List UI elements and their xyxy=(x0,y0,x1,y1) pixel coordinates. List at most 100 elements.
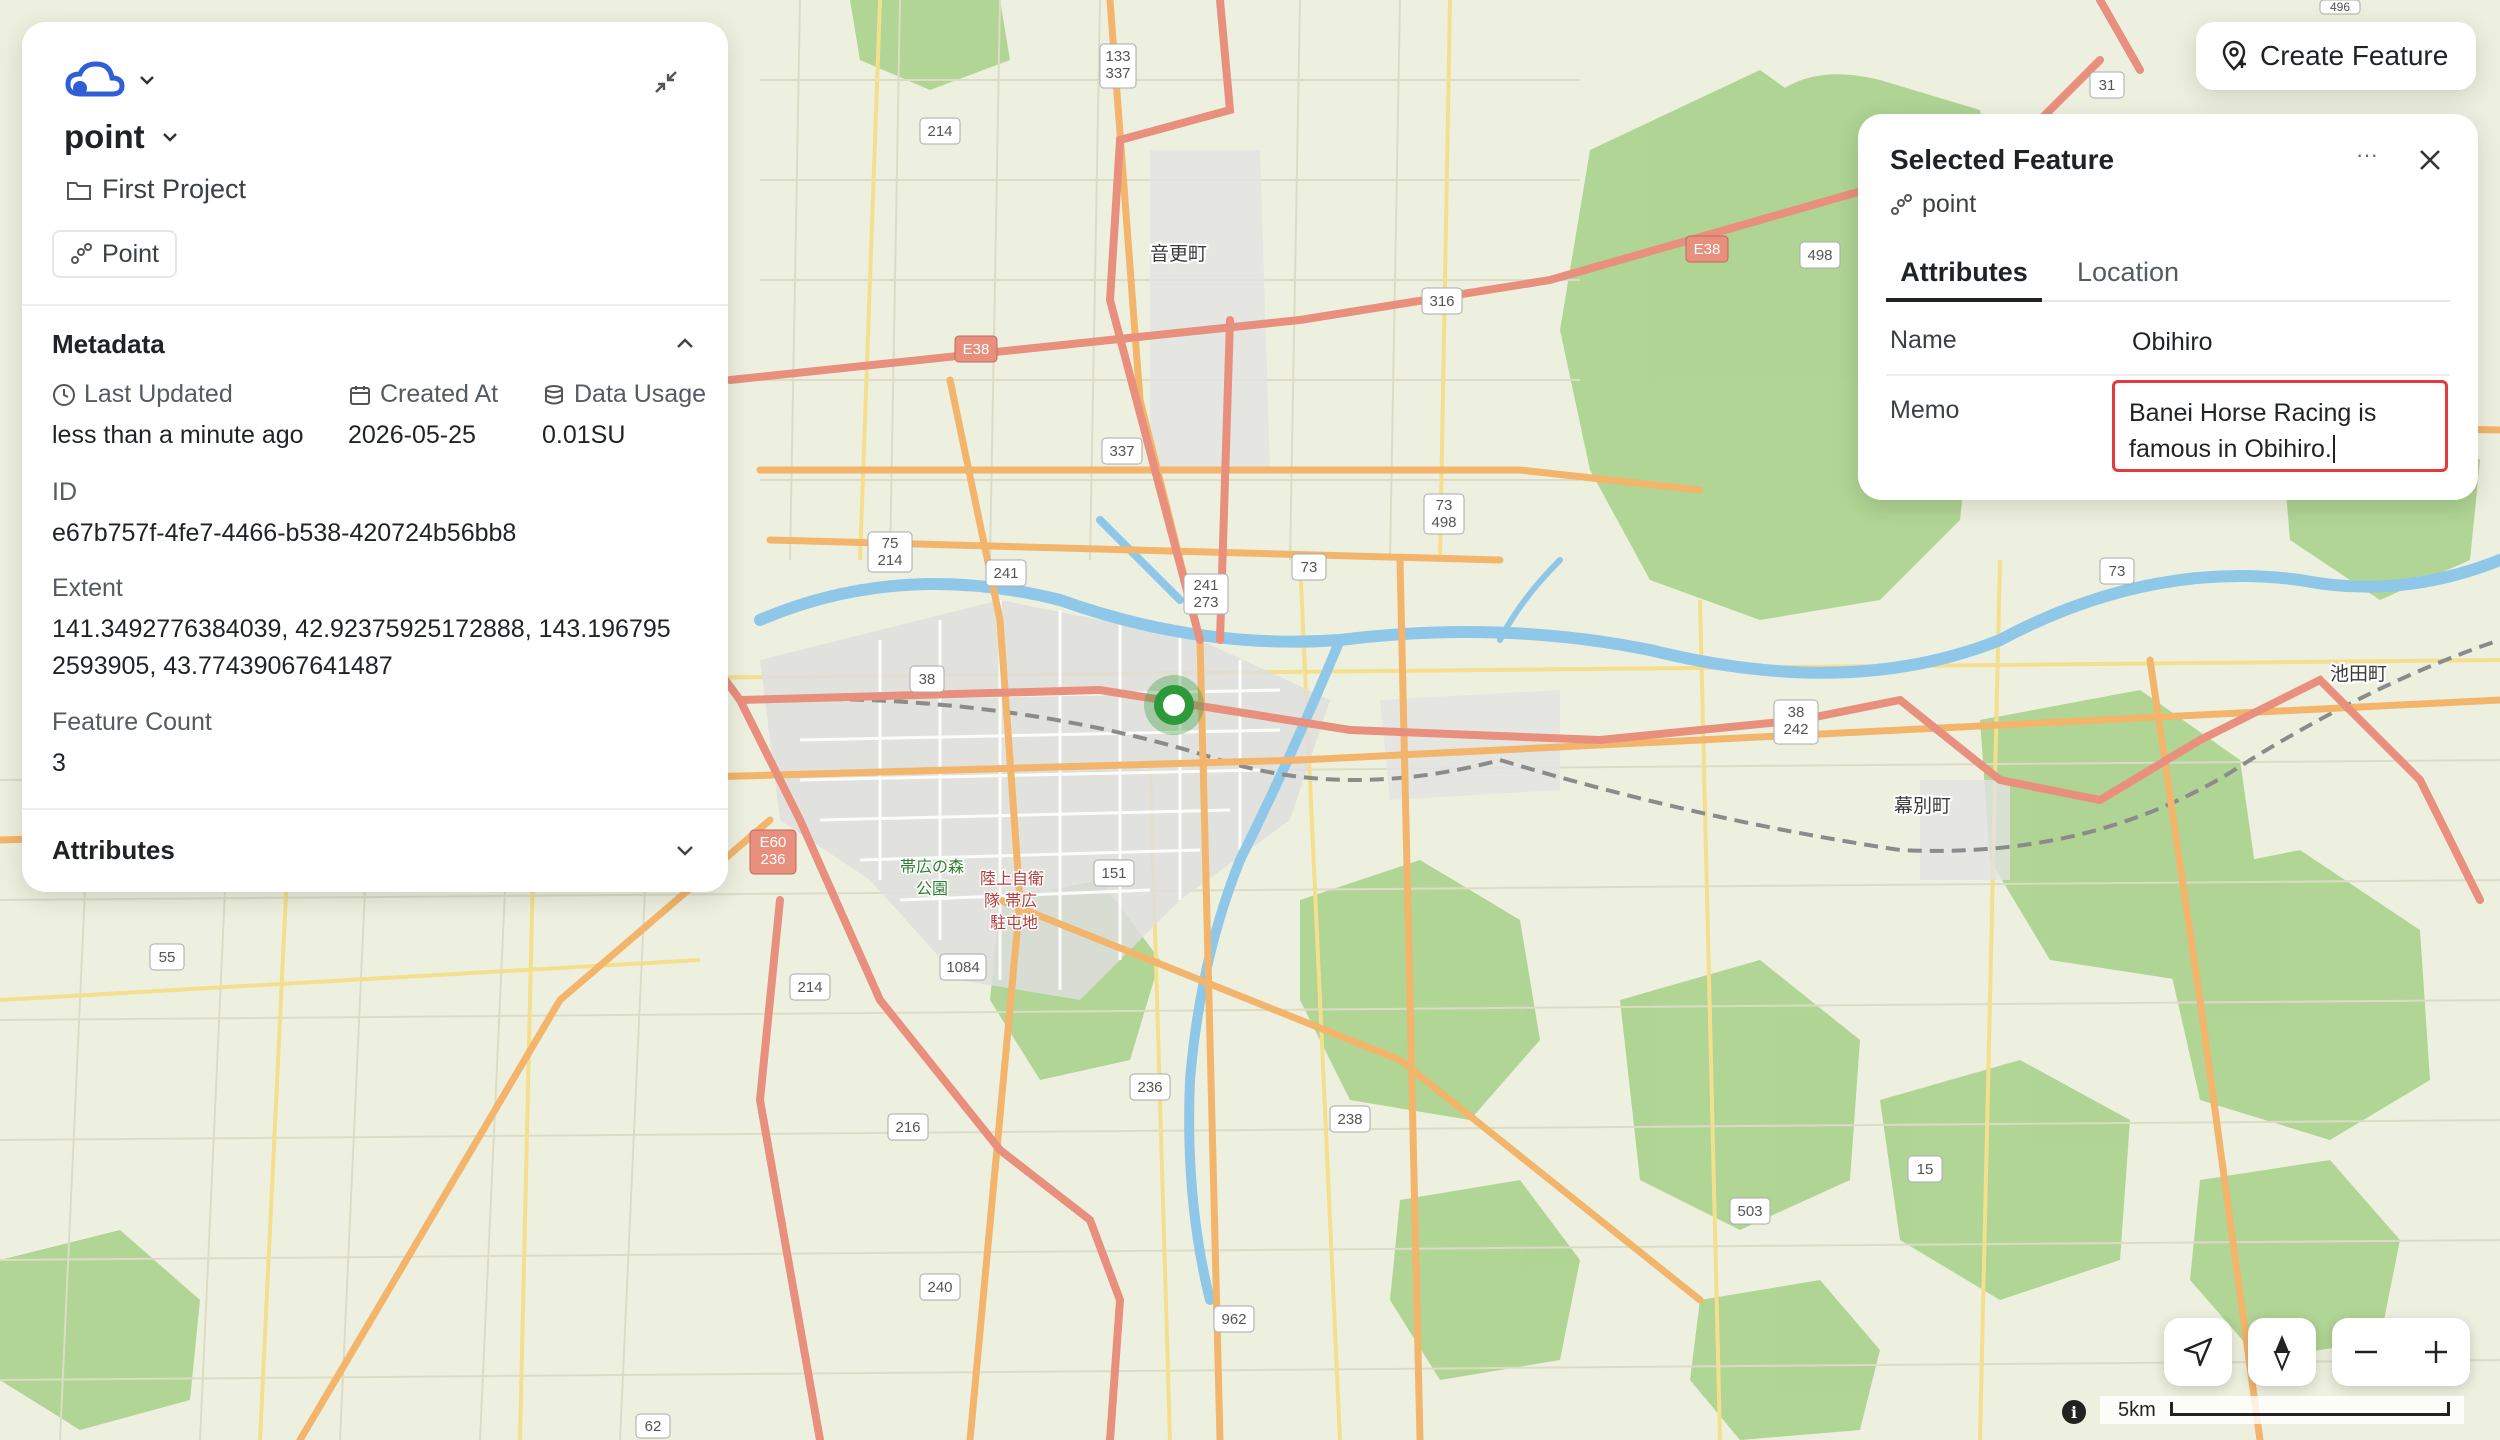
road-shield: 73 498 xyxy=(1423,493,1465,535)
svg-text:236: 236 xyxy=(1137,1079,1162,1096)
svg-text:316: 316 xyxy=(1429,293,1454,310)
layer-selector[interactable]: point xyxy=(64,118,181,156)
metadata-last-updated: Last Updated less than a minute ago xyxy=(52,380,304,450)
road-shield: 316 xyxy=(1421,287,1463,315)
svg-text:241: 241 xyxy=(993,565,1018,582)
svg-text:214: 214 xyxy=(927,123,952,140)
road-shield: 236 xyxy=(1129,1073,1171,1101)
svg-text:E38: E38 xyxy=(963,341,990,358)
town-label: 幕別町 xyxy=(1894,795,1951,817)
svg-text:55: 55 xyxy=(159,949,176,966)
tab-attributes-label: Attributes xyxy=(1900,257,2028,287)
svg-text:216: 216 xyxy=(895,1119,920,1136)
metadata-section-header[interactable]: Metadata xyxy=(52,322,698,366)
memo-field-label: Memo xyxy=(1890,396,1960,424)
road-shield: 216 xyxy=(887,1113,929,1141)
divider xyxy=(22,304,728,306)
layer-name: point xyxy=(64,118,145,155)
metadata-extent: Extent 141.3492776384039, 42.92375925172… xyxy=(52,574,671,681)
calendar-icon xyxy=(350,385,370,405)
id-value: e67b757f-4fe7-4466-b538-420724b56bb8 xyxy=(52,519,517,547)
tab-location-label: Location xyxy=(2076,257,2180,287)
svg-text:15: 15 xyxy=(1917,1161,1934,1178)
selected-feature-panel: Selected Feature ··· point Attributes Lo… xyxy=(1858,114,2478,500)
svg-text:496: 496 xyxy=(2330,0,2350,14)
layer-label: point xyxy=(1922,190,1977,218)
id-label: ID xyxy=(52,478,77,506)
compass-button[interactable] xyxy=(2248,1318,2316,1386)
attributes-title: Attributes xyxy=(52,834,175,865)
clock-icon xyxy=(53,383,75,406)
svg-text:503: 503 xyxy=(1737,1203,1762,1220)
chevron-up-icon xyxy=(677,338,693,348)
data-usage-label: Data Usage xyxy=(574,380,707,408)
metadata-data-usage: Data Usage 0.01SU xyxy=(542,380,706,450)
metadata-created-at: Created At 2026-05-25 xyxy=(348,380,498,450)
selected-feature-layer: point xyxy=(1890,190,1976,219)
road-shield: E60 236 xyxy=(749,829,797,875)
scale-line xyxy=(2170,1402,2450,1416)
last-updated-label: Last Updated xyxy=(84,380,233,408)
more-options-button[interactable]: ··· xyxy=(2356,142,2378,168)
attributes-section-header[interactable]: Attributes xyxy=(52,828,698,872)
svg-text:214: 214 xyxy=(797,979,822,996)
svg-text:1084: 1084 xyxy=(946,959,979,976)
divider xyxy=(22,808,728,810)
chevron-down-icon xyxy=(140,76,154,85)
create-feature-button[interactable]: Create Feature xyxy=(2196,22,2476,90)
svg-text:962: 962 xyxy=(1221,1311,1246,1328)
road-shield: 73 xyxy=(1291,553,1327,581)
tab-bar: Attributes Location xyxy=(1886,250,2450,302)
tab-location[interactable]: Location xyxy=(2058,250,2198,298)
selected-feature-marker[interactable] xyxy=(1144,675,1204,735)
zoom-controls xyxy=(2332,1318,2470,1386)
cloud-logo-icon xyxy=(65,61,125,97)
metadata-title: Metadata xyxy=(52,328,165,359)
svg-text:238: 238 xyxy=(1337,1111,1362,1128)
database-icon xyxy=(545,384,563,404)
road-shield: E38 xyxy=(954,335,998,363)
scale-bar: 5km xyxy=(2100,1396,2464,1424)
svg-text:241273: 241 273 xyxy=(1193,577,1218,611)
created-at-label: Created At xyxy=(380,380,499,408)
svg-text:133337: 133 337 xyxy=(1105,48,1130,82)
road-shield: 241 xyxy=(985,559,1027,587)
svg-text:337: 337 xyxy=(1109,443,1134,460)
base-label: 駐屯地 xyxy=(990,913,1038,932)
extent-value-line1: 141.3492776384039, 42.92375925172888, 14… xyxy=(52,615,671,643)
town-label: 池田町 xyxy=(2330,663,2387,685)
collapse-panel-button[interactable] xyxy=(642,58,690,106)
feature-count-value: 3 xyxy=(52,749,66,777)
project-link[interactable]: First Project xyxy=(66,174,246,205)
road-shield: 133 337 xyxy=(1099,43,1137,89)
base-label: 隊 帯広 xyxy=(984,891,1037,910)
base-label: 陸上自衛 xyxy=(980,869,1044,888)
chevron-down-icon xyxy=(162,133,177,142)
data-usage-value: 0.01SU xyxy=(542,421,626,449)
road-shield: 15 xyxy=(1907,1155,1943,1183)
metadata-feature-count: Feature Count 3 xyxy=(52,708,212,778)
point-geometry-icon xyxy=(71,243,92,264)
memo-textarea[interactable]: Banei Horse Racing is famous in Obihiro. xyxy=(2112,380,2448,472)
collapse-icon xyxy=(655,71,677,93)
name-field-value[interactable]: Obihiro xyxy=(2132,328,2213,357)
road-shield: 31 xyxy=(2089,71,2125,99)
road-shield: 214 xyxy=(919,117,961,145)
zoom-in-button[interactable] xyxy=(2402,1318,2470,1386)
close-panel-button[interactable] xyxy=(2410,140,2450,180)
park-label: 帯広の森 xyxy=(900,857,964,876)
chevron-down-icon xyxy=(677,846,693,856)
tab-attributes[interactable]: Attributes xyxy=(1886,250,2042,302)
workspace-switcher[interactable] xyxy=(64,60,158,100)
attribution-button[interactable]: i xyxy=(2062,1400,2086,1424)
svg-text:73: 73 xyxy=(1301,559,1318,576)
zoom-out-button[interactable] xyxy=(2332,1318,2400,1386)
geolocate-button[interactable] xyxy=(2164,1318,2232,1386)
town-label: 音更町 xyxy=(1150,243,1207,265)
svg-text:151: 151 xyxy=(1101,865,1126,882)
selected-feature-title: Selected Feature xyxy=(1890,144,2115,175)
svg-text:31: 31 xyxy=(2099,77,2116,94)
name-field-label: Name xyxy=(1890,326,1957,354)
project-name: First Project xyxy=(102,174,247,204)
svg-text:38: 38 xyxy=(919,671,936,688)
